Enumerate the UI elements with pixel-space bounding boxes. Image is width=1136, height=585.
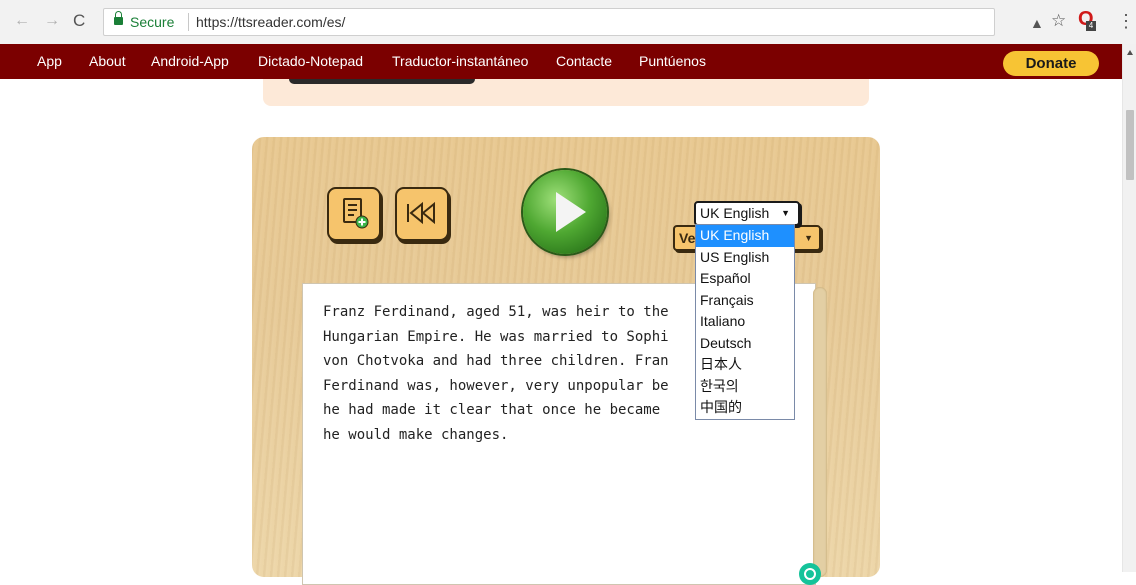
nav-item-app[interactable]: App (37, 44, 62, 79)
browser-menu-icon[interactable]: ⋮ (1117, 11, 1135, 31)
browser-toolbar: ← → C Secure https://ttsreader.com/es/ ▲… (0, 0, 1136, 45)
language-option[interactable]: Español (696, 268, 794, 290)
editor-scrollbar[interactable] (813, 287, 827, 577)
reload-icon[interactable]: C (73, 11, 85, 31)
forward-icon[interactable]: → (44, 11, 60, 31)
play-icon (556, 192, 586, 232)
rewind-button[interactable] (395, 187, 449, 241)
nav-item-contacte[interactable]: Contacte (556, 44, 612, 79)
secure-label: Secure (130, 14, 175, 30)
language-select-value: UK English (700, 205, 770, 221)
new-document-button[interactable] (327, 187, 381, 241)
scroll-up-arrow-icon[interactable] (1127, 50, 1133, 55)
site-nav-bar: App About Android-App Dictado-Notepad Tr… (0, 44, 1122, 79)
play-button[interactable] (523, 170, 607, 254)
top-panel (263, 79, 869, 106)
language-option[interactable]: US English (696, 247, 794, 269)
rewind-icon (407, 201, 435, 225)
donate-button[interactable]: Donate (1003, 51, 1099, 76)
nav-item-android-app[interactable]: Android-App (151, 44, 229, 79)
grammarly-icon[interactable] (799, 563, 821, 585)
page-scrollbar[interactable] (1122, 44, 1136, 572)
nav-item-traductor[interactable]: Traductor-instantáneo (392, 44, 528, 79)
language-select[interactable]: UK English ▼ (694, 201, 800, 226)
language-option[interactable]: Italiano (696, 311, 794, 333)
back-icon[interactable]: ← (14, 11, 30, 31)
language-option[interactable]: 日本人 (696, 354, 794, 376)
language-option[interactable]: 한국의 (696, 376, 794, 398)
opera-extension-icon[interactable]: O 4 (1078, 9, 1096, 31)
lock-icon (114, 11, 123, 25)
voice-select-label: Ve (679, 230, 696, 246)
address-separator (188, 13, 189, 31)
nav-item-dictado-notepad[interactable]: Dictado-Notepad (258, 44, 363, 79)
chevron-down-icon: ▼ (781, 208, 790, 218)
nav-item-about[interactable]: About (89, 44, 126, 79)
url-text[interactable]: https://ttsreader.com/es/ (196, 9, 345, 35)
top-panel-bar (289, 79, 475, 84)
language-option[interactable]: 中国的 (696, 397, 794, 419)
extension-badge: 4 (1086, 21, 1096, 31)
nav-item-puntuenos[interactable]: Puntúenos (639, 44, 706, 79)
language-option[interactable]: Deutsch (696, 333, 794, 355)
extension-shield-icon[interactable]: ▲ (1030, 13, 1044, 33)
scrollbar-thumb[interactable] (1126, 110, 1134, 180)
language-option[interactable]: UK English (696, 225, 794, 247)
star-icon[interactable]: ☆ (1051, 11, 1066, 31)
address-bar[interactable]: Secure https://ttsreader.com/es/ (103, 8, 995, 36)
language-dropdown-list: UK English US English Español Français I… (695, 224, 795, 420)
new-document-icon (343, 198, 369, 229)
chevron-down-icon: ▼ (804, 233, 813, 243)
language-option[interactable]: Français (696, 290, 794, 312)
